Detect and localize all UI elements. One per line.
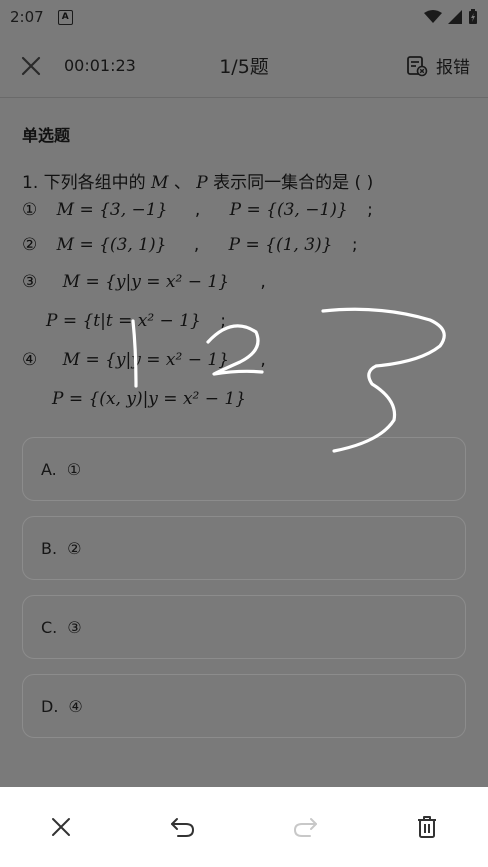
stem-prefix: 1. 下列各组中的 [22, 173, 146, 193]
option-value: ③ [67, 617, 82, 637]
stem-var-p: P [196, 173, 208, 193]
redo-icon [293, 818, 317, 837]
option-letter: A. [41, 459, 57, 479]
signal-icon [448, 10, 462, 24]
statement-number: ② [22, 235, 38, 255]
report-label: 报错 [436, 58, 470, 78]
statement-p: P = {t|t = x² − 1} [46, 311, 201, 331]
statement-m: M = {3, −1} [56, 200, 168, 220]
statement-3: ③ M = {y|y = x² − 1} , [22, 272, 266, 292]
redo-button[interactable] [283, 805, 327, 849]
statement-number: ① [22, 200, 38, 220]
scratch-toolbar [0, 787, 488, 867]
statement-sep: , [260, 350, 266, 370]
option-letter: D. [41, 696, 59, 716]
option-letter: B. [41, 538, 58, 558]
statement-number: ③ [22, 272, 38, 292]
battery-icon [469, 9, 477, 24]
statement-m: M = {y|y = x² − 1} [62, 272, 230, 292]
statement-end: ; [220, 311, 226, 331]
undo-button[interactable] [161, 805, 205, 849]
option-value: ④ [68, 696, 83, 716]
close-button[interactable] [18, 53, 44, 79]
option-letter: C. [41, 617, 58, 637]
close-icon [21, 56, 41, 75]
question-area: 单选题 1. 下列各组中的 M 、 P 表示同一集合的是 ( ) [22, 118, 466, 193]
status-time: 2:07 [10, 8, 44, 26]
statement-p: P = {(x, y)|y = x² − 1} [52, 389, 247, 409]
option-value: ② [67, 538, 82, 558]
trash-icon [418, 816, 436, 838]
statement-m: M = {y|y = x² − 1} [62, 350, 230, 370]
statement-end: ; [367, 200, 373, 220]
statement-p: P = {(1, 3)} [228, 235, 333, 255]
statement-sep: , [260, 272, 266, 292]
quiz-header: 00:01:23 1/5题 报错 [0, 34, 488, 98]
option-c[interactable]: C. ③ [22, 595, 466, 659]
option-d[interactable]: D. ④ [22, 674, 466, 738]
option-a[interactable]: A. ① [22, 437, 466, 501]
clear-button[interactable] [405, 805, 449, 849]
close-scratch-button[interactable] [39, 805, 83, 849]
statement-4-p: P = {(x, y)|y = x² − 1} [52, 389, 246, 409]
stem-separator: 、 [173, 173, 191, 193]
handwritten-stroke [321, 307, 446, 453]
section-title: 单选题 [22, 126, 71, 145]
statement-p: P = {(3, −1)} [229, 200, 348, 220]
close-icon [52, 818, 70, 836]
statement-sep: , [194, 200, 201, 220]
status-bar: 2:07 A [0, 0, 488, 34]
statement-sep: , [193, 235, 200, 255]
elapsed-timer: 00:01:23 [64, 56, 136, 75]
statement-number: ④ [22, 350, 38, 370]
app-notification-icon: A [57, 9, 73, 25]
report-error-button[interactable]: 报错 [406, 53, 470, 78]
statement-1: ① M = {3, −1} , P = {(3, −1)} ; [22, 200, 373, 220]
option-value: ① [66, 459, 82, 479]
option-b[interactable]: B. ② [22, 516, 466, 580]
stem-var-m: M [151, 173, 169, 193]
statement-m: M = {(3, 1)} [56, 235, 167, 255]
question-stem: 1. 下列各组中的 M 、 P 表示同一集合的是 ( ) [22, 168, 466, 193]
statement-2: ② M = {(3, 1)} , P = {(1, 3)} ; [22, 235, 358, 255]
statement-4: ④ M = {y|y = x² − 1} , [22, 350, 266, 370]
statement-3-p: P = {t|t = x² − 1} ; [46, 311, 226, 331]
undo-icon [171, 818, 195, 837]
wifi-icon [424, 10, 442, 23]
report-icon [407, 55, 428, 76]
stem-suffix: 表示同一集合的是 ( ) [213, 173, 374, 193]
statement-end: ; [351, 235, 358, 255]
